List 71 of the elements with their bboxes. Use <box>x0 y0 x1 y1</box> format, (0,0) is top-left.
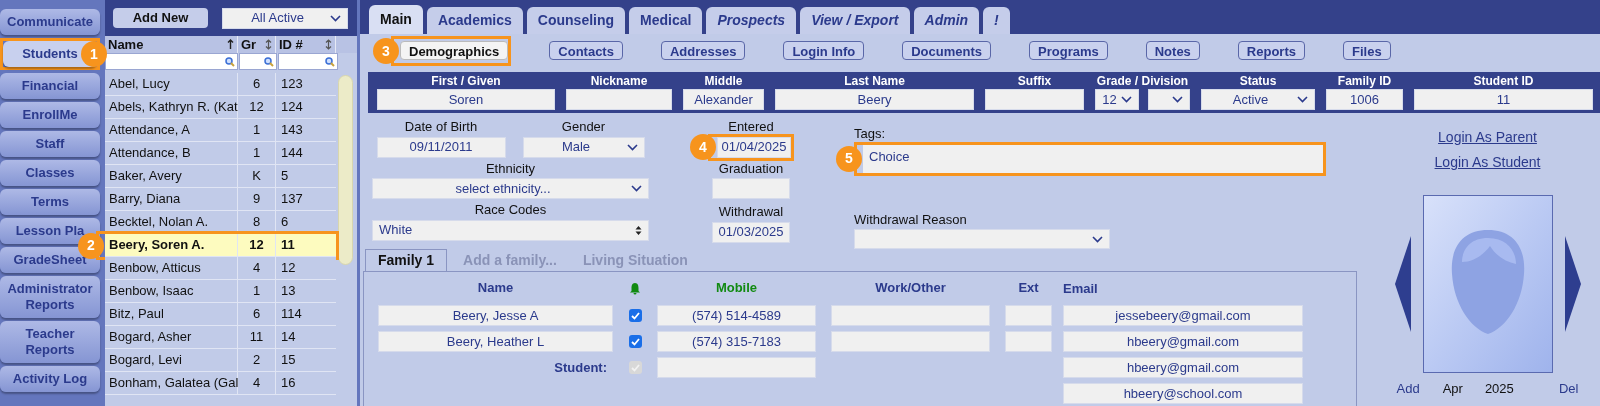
field-label: Tags: <box>854 125 886 143</box>
field-label: Entered <box>728 118 774 136</box>
table-cell-text: 137 <box>280 190 304 209</box>
table-cell-text: 114 <box>280 305 303 324</box>
table-cell: 1 <box>238 119 276 141</box>
column-header: Name <box>476 279 515 298</box>
table-cell: 12 <box>238 234 276 256</box>
field-label: Withdrawal Reason <box>854 210 967 229</box>
table-cell-text: 5 <box>280 167 290 186</box>
table-cell: 4 <box>238 372 276 394</box>
table-cell: Benbow, Isaac <box>105 280 238 302</box>
field-label: Family ID <box>1337 73 1392 89</box>
table-cell: Abels, Kathryn R. (Kat <box>105 96 238 118</box>
table-cell-text: 15 <box>280 351 297 370</box>
table-cell-text: 143 <box>280 121 304 140</box>
table-cell: 1 <box>238 142 276 164</box>
table-cell-text: 13 <box>280 282 297 301</box>
table-cell-text: 124 <box>280 98 304 117</box>
column-header: Email <box>1063 281 1098 296</box>
table-cell-text: 14 <box>280 328 297 347</box>
table-cell: 2 <box>238 349 276 371</box>
field-label: Race Codes <box>474 201 547 219</box>
table-cell: 8 <box>238 211 276 233</box>
step-number-tooltip: 5 <box>836 145 862 172</box>
table-cell: Abel, Lucy <box>105 73 238 95</box>
table-cell: 6 <box>238 73 276 95</box>
table-cell: Bonham, Galatea (Gal <box>105 372 238 394</box>
table-cell: Becktel, Nolan A. <box>105 211 238 233</box>
photo-year: 2025 <box>1484 380 1514 398</box>
table-cell: K <box>238 165 276 187</box>
column-header: Work/Other <box>874 279 947 298</box>
field-label: Last Name <box>844 73 905 89</box>
step-number-tooltip: 4 <box>690 134 716 160</box>
field-label: Graduation <box>718 159 784 178</box>
table-cell: Bogard, Asher <box>105 326 238 348</box>
table-cell-text: 12 <box>280 259 297 278</box>
table-cell: Barry, Diana <box>105 188 238 210</box>
table-cell: 11 <box>238 326 276 348</box>
field-label: Grade / Division <box>1096 73 1189 89</box>
table-cell: Attendance, A <box>105 119 238 141</box>
column-header: Mobile <box>714 279 759 298</box>
table-cell-text: 16 <box>280 374 297 393</box>
column-header: Ext <box>1017 279 1040 298</box>
table-cell: Bogard, Levi <box>105 349 238 371</box>
table-cell: Attendance, B <box>105 142 238 164</box>
field-label: Status <box>1239 73 1277 89</box>
field-label: Suffix <box>1017 73 1052 89</box>
table-cell-text: 144 <box>280 144 304 163</box>
table-cell: 6 <box>238 303 276 325</box>
field-label: First / Given <box>431 73 501 89</box>
photo-month: Apr <box>1442 380 1463 398</box>
table-cell: Baker, Avery <box>105 165 238 187</box>
field-label: Student ID <box>1473 73 1534 89</box>
row-label: Student: <box>554 358 607 377</box>
table-cell-text: 123 <box>280 75 304 94</box>
table-cell-text: 6 <box>280 213 290 232</box>
field-label: Date of Birth <box>404 118 478 136</box>
table-cell: Benbow, Atticus <box>105 257 238 279</box>
table-cell: Bitz, Paul <box>105 303 238 325</box>
table-cell-text: 11 <box>280 236 296 255</box>
field-label: Gender <box>561 118 606 136</box>
field-label: Middle <box>704 73 743 89</box>
step-number-tooltip: 3 <box>373 38 399 64</box>
table-cell: Beery, Soren A. <box>105 234 238 256</box>
field-label: Nickname <box>590 73 648 89</box>
field-label: Ethnicity <box>485 159 536 178</box>
table-cell: 12 <box>238 96 276 118</box>
field-label: Withdrawal <box>718 203 784 221</box>
table-cell: 1 <box>238 280 276 302</box>
table-cell: 4 <box>238 257 276 279</box>
table-cell: 9 <box>238 188 276 210</box>
